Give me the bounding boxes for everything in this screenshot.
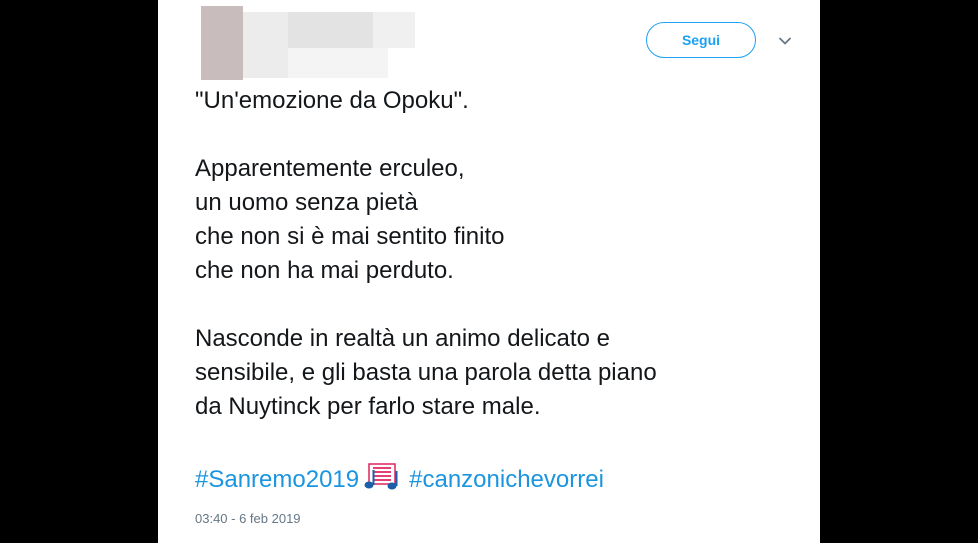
tweet-text: "Un'emozione da Opoku". Apparentemente e…: [195, 84, 795, 424]
chevron-down-icon[interactable]: [777, 33, 793, 49]
tweet-line: Apparentemente erculeo,: [195, 155, 465, 182]
tweet-line: da Nuytinck per farlo stare male.: [195, 393, 541, 420]
avatar[interactable]: [201, 6, 243, 80]
musical-score-icon: [364, 463, 398, 490]
tweet-line: sensibile, e gli basta una parola detta …: [195, 359, 657, 386]
tweet-line: che non si è mai sentito finito: [195, 223, 505, 250]
tweet-line: "Un'emozione da Opoku".: [195, 87, 469, 114]
blurred-user-header: [201, 6, 421, 80]
hashtag-row: #Sanremo2019 #canzonichevorrei: [195, 462, 604, 497]
tweet-timestamp[interactable]: 03:40 - 6 feb 2019: [195, 511, 301, 526]
tweet-line: Nasconde in realtà un animo delicato e: [195, 325, 610, 352]
user-handle[interactable]: [288, 48, 388, 78]
user-display-name[interactable]: [288, 12, 373, 48]
tweet-card: Segui "Un'emozione da Opoku". Apparentem…: [158, 0, 820, 543]
blurred-region: [243, 12, 288, 78]
follow-button[interactable]: Segui: [646, 22, 756, 58]
hashtag-sanremo2019[interactable]: #Sanremo2019: [195, 466, 359, 493]
tweet-line: che non ha mai perduto.: [195, 257, 454, 284]
hashtag-canzonichevorrei[interactable]: #canzonichevorrei: [409, 466, 604, 493]
blurred-region: [373, 12, 415, 48]
tweet-line: un uomo senza pietà: [195, 189, 418, 216]
